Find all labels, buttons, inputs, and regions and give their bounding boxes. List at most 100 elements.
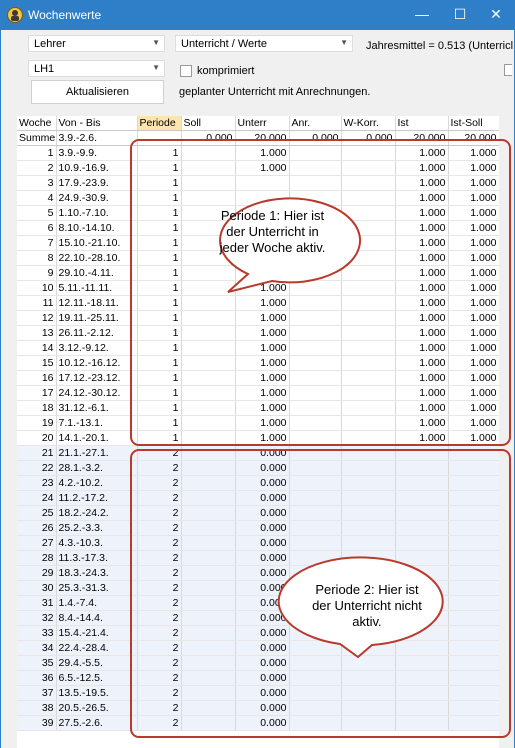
table-cell[interactable]: 8 <box>17 250 57 266</box>
table-cell[interactable] <box>289 460 342 476</box>
table-cell[interactable]: 0.000 <box>235 445 290 461</box>
table-cell[interactable] <box>289 160 342 176</box>
table-cell[interactable]: 1.4.-7.4. <box>56 595 138 611</box>
table-cell[interactable] <box>181 460 236 476</box>
table-cell[interactable]: 1.000 <box>395 250 449 266</box>
table-cell[interactable] <box>289 715 342 731</box>
table-cell[interactable] <box>181 415 236 431</box>
table-row[interactable]: 24 11.2.-17.2. 2 0.000 <box>17 490 499 506</box>
table-cell[interactable] <box>341 205 396 221</box>
table-cell[interactable] <box>289 565 342 581</box>
view-mode-combo[interactable]: Unterricht / Werte ▼ <box>175 35 353 52</box>
table-cell[interactable]: 29 <box>17 565 57 581</box>
table-cell[interactable]: 2 <box>137 640 182 656</box>
table-cell[interactable]: 8.10.-14.10. <box>56 220 138 236</box>
table-row[interactable]: 27 4.3.-10.3. 2 0.000 <box>17 535 499 551</box>
table-row[interactable]: 37 13.5.-19.5. 2 0.000 <box>17 685 499 701</box>
table-cell[interactable]: 20 <box>17 430 57 446</box>
table-cell[interactable]: 20.5.-26.5. <box>56 700 138 716</box>
table-cell[interactable]: 35 <box>17 655 57 671</box>
table-cell[interactable]: 12.11.-18.11. <box>56 295 138 311</box>
table-cell[interactable] <box>289 430 342 446</box>
table-cell[interactable] <box>181 175 236 191</box>
table-cell[interactable] <box>181 310 236 326</box>
table-cell[interactable]: 0.000 <box>235 670 290 686</box>
table-cell[interactable]: 1.000 <box>448 310 499 326</box>
table-cell[interactable]: 1.000 <box>448 220 499 236</box>
table-cell[interactable]: 1.000 <box>395 190 449 206</box>
table-cell[interactable]: 27.5.-2.6. <box>56 715 138 731</box>
table-cell[interactable]: 11 <box>17 295 57 311</box>
table-cell[interactable] <box>341 160 396 176</box>
table-row[interactable]: 20 14.1.-20.1. 1 1.000 1.000 1.000 <box>17 430 499 446</box>
table-cell[interactable] <box>341 145 396 161</box>
table-cell[interactable]: 24 <box>17 490 57 506</box>
table-cell[interactable] <box>395 475 449 491</box>
table-cell[interactable]: 2 <box>137 655 182 671</box>
table-cell[interactable]: 2 <box>137 685 182 701</box>
table-cell[interactable] <box>289 175 342 191</box>
table-cell[interactable] <box>341 520 396 536</box>
table-cell[interactable]: 24.12.-30.12. <box>56 385 138 401</box>
table-cell[interactable]: 36 <box>17 670 57 686</box>
table-row[interactable]: 36 6.5.-12.5. 2 0.000 <box>17 670 499 686</box>
table-cell[interactable] <box>341 295 396 311</box>
table-cell[interactable]: 1 <box>137 145 182 161</box>
table-cell[interactable] <box>341 475 396 491</box>
table-cell[interactable] <box>341 490 396 506</box>
table-cell[interactable] <box>341 355 396 371</box>
table-cell[interactable]: 13.5.-19.5. <box>56 685 138 701</box>
table-cell[interactable]: 39 <box>17 715 57 731</box>
minimize-button[interactable]: — <box>404 2 440 26</box>
table-cell[interactable]: 1.10.-7.10. <box>56 205 138 221</box>
table-cell[interactable]: 0.000 <box>235 580 290 596</box>
table-cell[interactable] <box>341 325 396 341</box>
table-cell[interactable] <box>289 640 342 656</box>
table-cell[interactable] <box>181 445 236 461</box>
table-cell[interactable] <box>395 535 449 551</box>
table-cell[interactable]: 24.9.-30.9. <box>56 190 138 206</box>
table-cell[interactable]: 1.000 <box>395 175 449 191</box>
table-cell[interactable]: 1.000 <box>395 265 449 281</box>
table-row[interactable]: 17 24.12.-30.12. 1 1.000 1.000 1.000 <box>17 385 499 401</box>
table-cell[interactable]: 1.000 <box>235 370 290 386</box>
table-cell[interactable]: 2 <box>17 160 57 176</box>
table-cell[interactable] <box>181 280 236 296</box>
table-cell[interactable] <box>181 190 236 206</box>
table-cell[interactable]: 9 <box>17 265 57 281</box>
table-cell[interactable]: 30 <box>17 580 57 596</box>
table-cell[interactable]: 1 <box>137 400 182 416</box>
table-cell[interactable] <box>395 715 449 731</box>
table-cell[interactable]: 1.000 <box>448 385 499 401</box>
table-cell[interactable]: 0.000 <box>235 595 290 611</box>
table-cell[interactable]: 2 <box>137 550 182 566</box>
table-cell[interactable]: 1.000 <box>235 325 290 341</box>
table-cell[interactable] <box>181 700 236 716</box>
table-cell[interactable]: 1.000 <box>395 355 449 371</box>
table-cell[interactable] <box>448 460 499 476</box>
table-cell[interactable]: 20.000 <box>395 130 449 146</box>
table-cell[interactable] <box>181 535 236 551</box>
table-cell[interactable]: 1.000 <box>395 145 449 161</box>
table-row[interactable]: 4 24.9.-30.9. 1 1.000 1.000 <box>17 190 499 206</box>
table-cell[interactable]: 0.000 <box>341 130 396 146</box>
table-cell[interactable] <box>181 565 236 581</box>
table-cell[interactable]: 29.4.-5.5. <box>56 655 138 671</box>
table-cell[interactable]: 1.000 <box>448 415 499 431</box>
table-cell[interactable]: 10.12.-16.12. <box>56 355 138 371</box>
table-cell[interactable]: 1.000 <box>395 415 449 431</box>
table-cell[interactable]: 7.1.-13.1. <box>56 415 138 431</box>
table-cell[interactable] <box>181 655 236 671</box>
table-cell[interactable] <box>289 475 342 491</box>
table-cell[interactable] <box>235 265 290 281</box>
table-cell[interactable] <box>448 550 499 566</box>
table-cell[interactable] <box>289 325 342 341</box>
table-cell[interactable]: 1.000 <box>448 205 499 221</box>
close-button[interactable]: ✕ <box>478 2 514 26</box>
table-cell[interactable] <box>341 220 396 236</box>
table-cell[interactable] <box>289 520 342 536</box>
table-cell[interactable]: 1 <box>137 340 182 356</box>
table-cell[interactable]: 0.000 <box>235 550 290 566</box>
table-row[interactable]: 2 10.9.-16.9. 1 1.000 1.000 1.000 <box>17 160 499 176</box>
table-cell[interactable] <box>395 550 449 566</box>
